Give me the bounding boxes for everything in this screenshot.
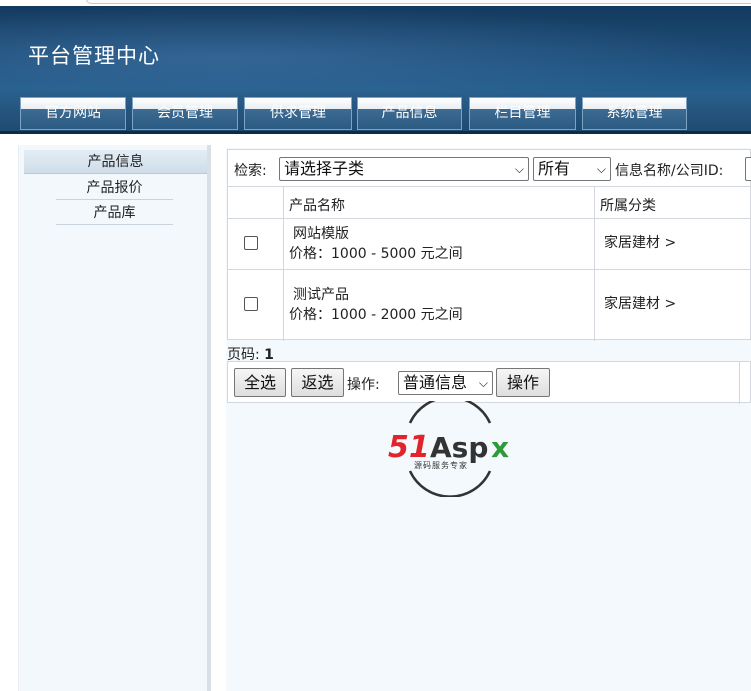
action-bar-divider: [739, 362, 740, 404]
nav-item-official-site[interactable]: 官方网站: [20, 97, 126, 130]
chevron-down-icon: ⌵: [596, 162, 606, 176]
app-title: 平台管理中心: [28, 44, 160, 68]
header-category: 所属分类: [600, 198, 656, 214]
product-category: 家居建材 >: [604, 296, 677, 312]
product-category: 家居建材 >: [604, 235, 677, 251]
chevron-down-icon: ⌵: [514, 162, 524, 176]
action-bar: 全选 返选 操作: 普通信息 ⌵ 操作: [227, 361, 751, 404]
product-price: 价格：1000 - 2000 元之间: [289, 307, 463, 323]
operation-label: 操作:: [347, 377, 380, 393]
logo-number: 51: [388, 430, 430, 465]
address-bar-edge: [86, 0, 751, 4]
nav-item-products[interactable]: 产品信息: [357, 97, 462, 130]
logo-tagline: 源码服务专家: [414, 460, 468, 470]
header-product-name: 产品名称: [289, 198, 345, 214]
row-checkbox[interactable]: [244, 236, 258, 250]
select-all-button[interactable]: 全选: [234, 368, 286, 397]
product-name[interactable]: 测试产品: [293, 285, 349, 305]
invert-selection-button[interactable]: 返选: [291, 368, 344, 397]
column-divider: [594, 187, 595, 341]
main-nav: 官方网站 会员管理 供求管理 产品信息 栏目管理 系统管理: [0, 92, 751, 132]
chevron-down-icon: ⌵: [478, 376, 488, 390]
logo-arc-bottom: [408, 470, 492, 497]
sidebar-item-product-quote[interactable]: 产品报价: [56, 176, 173, 200]
search-field-label: 信息名称/公司ID:: [615, 163, 724, 179]
nav-item-system[interactable]: 系统管理: [582, 97, 687, 130]
logo-letter-x: x: [491, 431, 509, 464]
operation-select-value: 普通信息: [403, 373, 468, 392]
product-price: 价格：1000 - 5000 元之间: [289, 246, 463, 262]
sidebar-item-product-library[interactable]: 产品库: [56, 201, 173, 225]
column-divider: [283, 187, 284, 341]
row-checkbox[interactable]: [244, 297, 258, 311]
category-select-value: 请选择子类: [284, 159, 365, 178]
nav-shadow: [0, 131, 751, 134]
scope-select-value: 所有: [538, 159, 571, 178]
row-divider: [228, 269, 751, 270]
sidebar-item-product-info[interactable]: 产品信息: [24, 150, 207, 174]
product-table: 产品名称 所属分类 网站模版 价格：1000 - 5000 元之间 家居建材 >…: [227, 186, 751, 341]
search-bar: 检索: 请选择子类 ⌵ 所有 ⌵ 信息名称/公司ID:: [227, 149, 751, 187]
logo: 51 Asp x 源码服务专家: [388, 401, 509, 497]
nav-item-supply-demand[interactable]: 供求管理: [244, 97, 352, 130]
search-label: 检索:: [234, 163, 267, 179]
operate-button[interactable]: 操作: [496, 368, 550, 397]
logo-word: Asp: [430, 431, 488, 464]
search-input[interactable]: [745, 157, 751, 181]
operation-select[interactable]: 普通信息 ⌵: [398, 371, 493, 395]
category-select[interactable]: 请选择子类 ⌵: [279, 157, 529, 181]
scope-select[interactable]: 所有 ⌵: [533, 157, 611, 181]
logo-arc-top: [408, 401, 492, 424]
product-name[interactable]: 网站模版: [293, 224, 349, 244]
row-divider: [228, 218, 751, 219]
sidebar: 产品信息 产品报价 产品库: [18, 145, 211, 691]
nav-item-columns[interactable]: 栏目管理: [469, 97, 576, 130]
nav-item-members[interactable]: 会员管理: [132, 97, 238, 130]
